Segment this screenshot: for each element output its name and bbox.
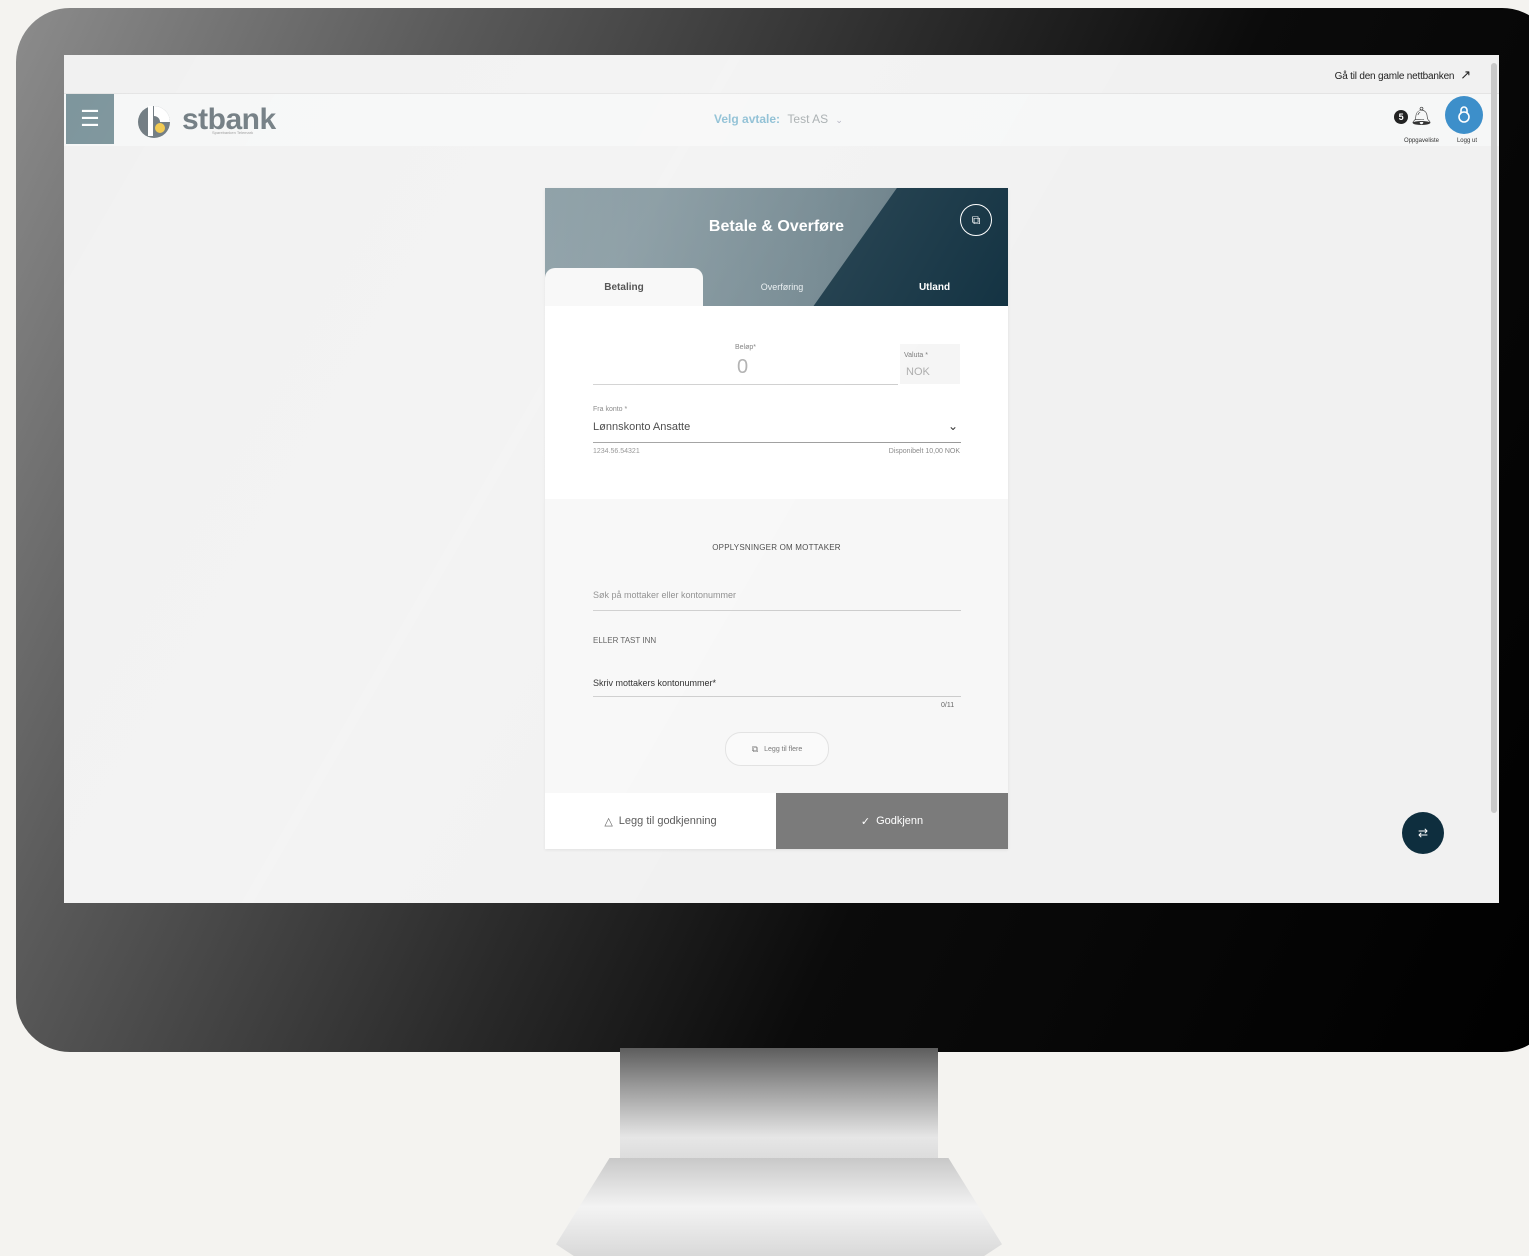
bell-icon: △	[604, 815, 613, 828]
chevron-down-icon: ⌄	[948, 419, 959, 433]
card-header: Betale & Overføre ⧉ Betaling Overføring …	[545, 188, 1008, 306]
currency-select[interactable]: Valuta * NOK	[900, 344, 960, 384]
brand-subtitle: Sparebanken Telemark	[212, 130, 254, 135]
monitor-stand-neck	[620, 1048, 938, 1176]
menu-button[interactable]: ☰	[66, 94, 114, 144]
notification-badge: 5	[1394, 109, 1409, 124]
search-underline	[593, 610, 961, 611]
add-more-button[interactable]: ⧉ Legg til flere	[725, 732, 829, 766]
agreement-selector[interactable]: Velg avtale: Test AS ⌄	[714, 112, 843, 126]
character-counter: 0/11	[941, 702, 955, 709]
amount-input[interactable]: 0	[737, 356, 748, 379]
available-balance: Disponibelt 10,00 NOK	[888, 448, 960, 455]
payment-card: Betale & Overføre ⧉ Betaling Overføring …	[545, 188, 1008, 849]
logout-button[interactable]	[1445, 96, 1483, 134]
amount-underline	[593, 384, 898, 385]
tab-utland[interactable]: Utland	[861, 268, 1008, 306]
old-bank-link-label: Gå til den gamle nettbanken	[1334, 71, 1455, 82]
recipient-account-input[interactable]: Skriv mottakers kontonummer*	[593, 678, 716, 688]
account-number: 1234.56.54321	[593, 448, 640, 455]
add-more-label: Legg til flere	[764, 745, 803, 753]
monitor-stand-base	[556, 1158, 1002, 1256]
payment-details-section: Beløp* 0 Valuta * NOK Fra konto * Lønnsk…	[545, 306, 1008, 499]
account-underline	[593, 696, 961, 697]
task-list-button[interactable]: 5 🔔︎	[1394, 106, 1433, 127]
logout-label: Logg ut	[1456, 138, 1477, 144]
screen: Gå til den gamle nettbanken ↗ ☰ stbank Sp…	[64, 55, 1499, 903]
from-account-select[interactable]: Lønnskonto Ansatte	[593, 421, 690, 433]
recipient-section-title: OPPLYSNINGER OM MOTTAKER	[712, 543, 841, 552]
old-bank-link[interactable]: Gå til den gamle nettbanken ↗	[1334, 67, 1472, 83]
add-to-approval-button[interactable]: △ Legg til godkjenning	[545, 793, 776, 849]
or-enter-label: ELLER TAST INN	[593, 636, 657, 645]
bulk-payment-icon: ⧉	[971, 212, 981, 227]
scrollbar[interactable]	[1491, 63, 1497, 813]
agreement-label: Velg avtale:	[714, 112, 781, 126]
logo[interactable]: stbank	[134, 100, 276, 140]
check-icon: ✓	[860, 815, 871, 828]
from-account-label: Fra konto *	[593, 406, 628, 413]
agreement-value: Test AS	[787, 112, 829, 126]
currency-value: NOK	[906, 366, 930, 378]
amount-label: Beløp*	[735, 344, 757, 351]
bulk-payment-button[interactable]: ⧉	[960, 204, 992, 236]
lock-icon	[1458, 106, 1470, 123]
approve-button[interactable]: ✓ Godkjenn	[776, 793, 1008, 849]
logo-mark-icon	[138, 106, 170, 138]
approve-label: Godkjenn	[876, 815, 924, 827]
tasks-label: Oppgaveliste	[1403, 138, 1439, 144]
tab-overforing[interactable]: Overføring	[703, 268, 861, 306]
bell-icon: 🔔︎	[1410, 106, 1433, 126]
card-title: Betale & Overføre	[708, 218, 845, 235]
from-account-underline	[593, 442, 961, 443]
add-list-icon: ⧉	[751, 743, 759, 754]
currency-label: Valuta *	[904, 352, 928, 359]
hamburger-icon: ☰	[80, 106, 100, 131]
add-to-approval-label: Legg til godkjenning	[618, 815, 717, 827]
tab-betaling[interactable]: Betaling	[545, 268, 703, 306]
transfer-fab-button[interactable]: ⇄	[1402, 812, 1444, 854]
top-bar: ☰ stbank Sparebanken Telemark Velg avtal…	[64, 93, 1499, 146]
chevron-down-icon: ⌄	[835, 115, 843, 125]
external-link-icon: ↗	[1460, 67, 1471, 82]
swap-arrows-icon: ⇄	[1417, 826, 1429, 840]
recipient-search-input[interactable]: Søk på mottaker eller kontonummer	[593, 590, 736, 600]
